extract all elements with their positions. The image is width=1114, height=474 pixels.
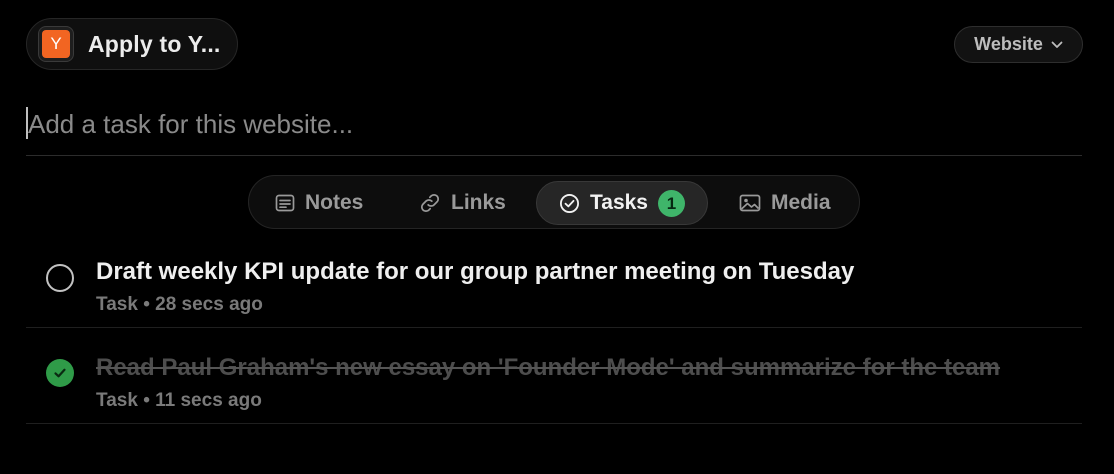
task-time: 28 secs ago bbox=[155, 294, 263, 315]
meta-separator: • bbox=[143, 294, 150, 315]
tab-bar: Notes Links Tasks 1 Media bbox=[248, 175, 860, 229]
task-row[interactable]: Draft weekly KPI update for our group pa… bbox=[26, 232, 1082, 328]
task-meta: Task • 28 secs ago bbox=[96, 294, 263, 316]
site-chip[interactable]: Y Apply to Y... bbox=[26, 18, 238, 70]
image-icon bbox=[739, 194, 761, 212]
task-checkbox-unchecked[interactable] bbox=[46, 264, 74, 292]
notes-icon bbox=[275, 194, 295, 212]
add-task-input[interactable] bbox=[26, 102, 1082, 146]
tab-notes-label: Notes bbox=[305, 191, 364, 214]
task-panel: Y Apply to Y... Website Notes bbox=[0, 0, 1114, 474]
site-title: Apply to Y... bbox=[88, 30, 221, 57]
tab-tasks[interactable]: Tasks 1 bbox=[536, 181, 708, 225]
chevron-down-icon bbox=[1051, 41, 1063, 48]
check-circle-icon bbox=[560, 193, 579, 213]
text-caret bbox=[26, 107, 28, 139]
task-time: 11 secs ago bbox=[155, 390, 262, 411]
task-title: Read Paul Graham's new essay on 'Founder… bbox=[96, 354, 1001, 381]
checkmark-icon bbox=[54, 368, 66, 378]
task-type: Task bbox=[96, 294, 138, 315]
task-type: Task bbox=[96, 390, 138, 411]
task-row[interactable]: Read Paul Graham's new essay on 'Founder… bbox=[26, 328, 1082, 424]
meta-separator: • bbox=[143, 390, 150, 411]
task-title: Draft weekly KPI update for our group pa… bbox=[96, 258, 855, 285]
scope-label: Website bbox=[974, 34, 1043, 54]
site-favicon: Y bbox=[38, 26, 74, 62]
tab-media[interactable]: Media bbox=[739, 181, 831, 225]
link-icon bbox=[420, 193, 440, 213]
tab-notes[interactable]: Notes bbox=[275, 181, 363, 225]
tab-links[interactable]: Links bbox=[419, 181, 506, 225]
task-checkbox-checked[interactable] bbox=[46, 359, 74, 387]
tab-media-label: Media bbox=[771, 191, 831, 214]
favicon-letter: Y bbox=[42, 30, 70, 58]
input-divider bbox=[26, 155, 1082, 156]
tab-tasks-label: Tasks bbox=[590, 191, 648, 214]
scope-dropdown[interactable]: Website bbox=[954, 26, 1083, 63]
task-meta: Task • 11 secs ago bbox=[96, 390, 262, 412]
tab-links-label: Links bbox=[451, 191, 506, 214]
tasks-count-badge: 1 bbox=[658, 189, 685, 217]
